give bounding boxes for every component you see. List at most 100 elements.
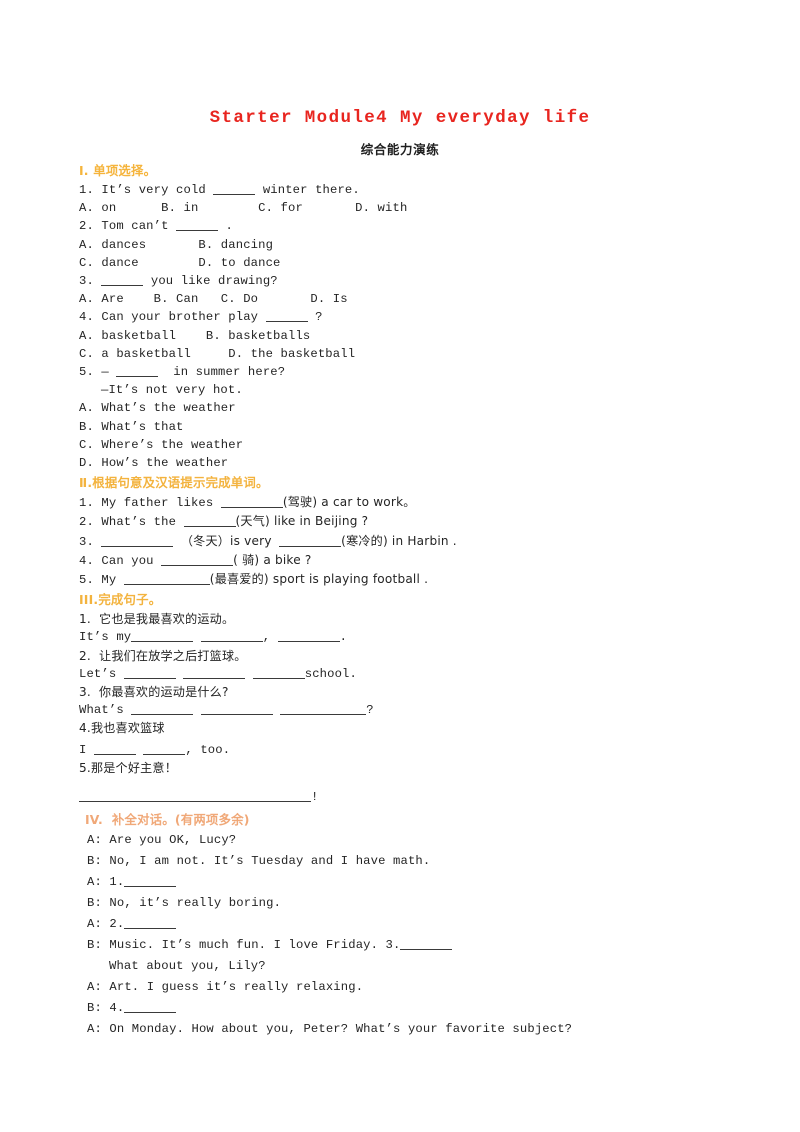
s3-q4-answer: I , too. [79,741,739,759]
s3-q2-blank1[interactable] [123,665,176,679]
q1-stem: 1. It’s very cold winter there. [79,181,739,199]
s3-q1-head: It’s my [79,630,132,645]
page-subtitle: 综合能力演练 [360,142,440,157]
q2-stem-tail: . [225,219,233,234]
q3-number: 3. [79,274,94,289]
s3-q4-prompt: 4.我也喜欢篮球 [79,721,165,736]
s3-q2-head: Let’s [79,666,117,681]
s2-q5-head: 5. My [79,573,117,588]
dialog-line-5: A: 2. [79,914,739,935]
s3-q2-blank2[interactable] [183,665,246,679]
s2-q4-blank[interactable] [161,552,234,566]
q4-options-row2[interactable]: C. a basketball D. the basketball [79,345,739,363]
s2-q1-tail: (驾驶) a car to work。 [282,495,416,510]
s3-q5-prompt: 5.那是个好主意！ [79,760,177,775]
s3-q2-tail: school. [304,666,357,681]
s2-q3-tail: (寒冷的) in Harbin . [341,533,457,548]
dialog-line-4: B: No, it’s really boring. [87,896,282,911]
q1-options[interactable]: A. on B. in C. for D. with [79,199,739,217]
s3-q1-period: . [339,630,348,645]
q1-stem-text: 1. It’s very cold [79,183,206,197]
q5-option-c[interactable]: C. Where’s the weather [79,436,739,454]
s3-q1-blank2[interactable] [200,628,263,643]
s2-q5: 5. My (最喜爱的) sport is playing football . [79,570,739,589]
q5-stem-tail: in summer here? [173,365,286,380]
dialog-line-10: A: On Monday. How about you, Peter? What… [87,1022,573,1037]
s3-q5-tail: ! [311,790,319,805]
q4-stem-tail: ? [315,310,323,325]
dialog-line-6-text: B: Music. It’s much fun. I love Friday. … [87,938,401,953]
s2-q1: 1. My father likes (驾驶) a car to work。 [79,493,739,512]
q3-blank[interactable] [101,272,144,287]
dialog-line-5-label: A: 2. [87,917,125,932]
s3-q4-blank1[interactable] [93,741,136,755]
q2-options-row2[interactable]: C. dance D. to dance [79,254,739,272]
s3-q2-blank3[interactable] [252,665,305,679]
dialog-line-8: A: Art. I guess it’s really relaxing. [87,980,364,995]
page-title: Starter Module4 My everyday life [209,108,591,128]
dialog-blank-2[interactable] [124,915,177,930]
s3-q3-blank1[interactable] [131,701,194,716]
s2-q5-tail: (最喜爱的) sport is playing football . [209,572,429,587]
s2-q5-blank[interactable] [123,571,210,586]
section-1-heading: Ⅰ. 单项选择。 [79,163,157,178]
q4-blank[interactable] [265,308,308,323]
s2-q3-blank1[interactable] [101,533,174,547]
q5-blank[interactable] [116,363,159,378]
dialog-line-6: B: Music. It’s much fun. I love Friday. … [79,935,739,956]
q2-options-row1[interactable]: A. dances B. dancing [79,236,739,254]
dialog-line-3: A: 1. [79,872,739,893]
dialog-line-7: What about you, Lily? [109,959,266,974]
s3-q5-answer: ! [79,788,739,806]
s2-q1-head: 1. My father likes [79,496,214,511]
s2-q3-mid: （冬天）is very [180,533,272,548]
dialog-blank-1[interactable] [124,873,177,888]
s3-q5-blank[interactable] [79,788,311,803]
s3-q4-head: I [79,742,87,757]
s3-q4-blank2[interactable] [143,741,186,755]
s2-q3-blank2[interactable] [279,533,342,547]
q3-stem-tail: you like drawing? [150,274,278,289]
s2-q4-tail: ( 骑) a bike ? [233,552,312,567]
q4-stem-text: 4. Can your brother play [79,310,259,325]
s2-q4-head: 4. Can you [79,553,154,568]
q5-option-d[interactable]: D. How’s the weather [79,454,739,472]
dialog-line-1: A: Are you OK, Lucy? [87,833,237,848]
q2-stem: 2. Tom can’t . [79,217,739,235]
s2-q2-tail: (天气) like in Beijing ? [235,514,369,529]
s3-q2-prompt: 2. 让我们在放学之后打篮球。 [79,648,247,663]
s3-q3-blank3[interactable] [280,701,367,716]
q4-options-row1[interactable]: A. basketball B. basketballs [79,327,739,345]
section-2-heading: Ⅱ.根据句意及汉语提示完成单词。 [79,475,269,491]
s3-q1-blank3[interactable] [277,628,340,643]
s2-q2-blank[interactable] [183,513,236,528]
s3-q1-blank1[interactable] [131,628,194,643]
dialog-blank-3[interactable] [400,936,453,951]
s3-q3-answer: What’s ? [79,701,739,719]
s3-q4-tail: , too. [185,742,231,757]
q2-stem-text: 2. Tom can’t [79,219,169,234]
q5-option-a[interactable]: A. What’s the weather [79,399,739,417]
q1-blank[interactable] [213,181,256,195]
dialog-line-3-label: A: 1. [87,875,125,890]
s2-q1-blank[interactable] [220,494,283,509]
q5-stem: 5. — in summer here? [79,363,739,381]
s2-q3-num: 3. [79,534,94,549]
dialog-line-9: B: 4. [79,998,739,1019]
q1-stem-tail: winter there. [262,183,360,197]
s2-q2: 2. What’s the (天气) like in Beijing ? [79,512,739,531]
s2-q2-head: 2. What’s the [79,515,177,530]
q3-options[interactable]: A. Are B. Can C. Do D. Is [79,290,739,308]
s3-q2-answer: Let’s school. [79,665,739,683]
s3-q1-prompt: 1. 它也是我最喜欢的运动。 [79,612,235,627]
q2-blank[interactable] [176,217,219,232]
section-4-heading: IV. 补全对话。(有两项多余) [85,812,250,828]
q4-stem: 4. Can your brother play ? [79,308,739,326]
section-3-heading: III.完成句子。 [79,592,162,608]
s2-q4: 4. Can you ( 骑) a bike ? [79,551,739,570]
s3-q3-head: What’s [79,703,124,718]
q5-option-b[interactable]: B. What’s that [79,418,739,436]
s3-q3-blank2[interactable] [200,701,273,716]
dialog-blank-4[interactable] [124,999,177,1014]
s3-q3-prompt: 3. 你最喜欢的运动是什么? [79,685,229,700]
